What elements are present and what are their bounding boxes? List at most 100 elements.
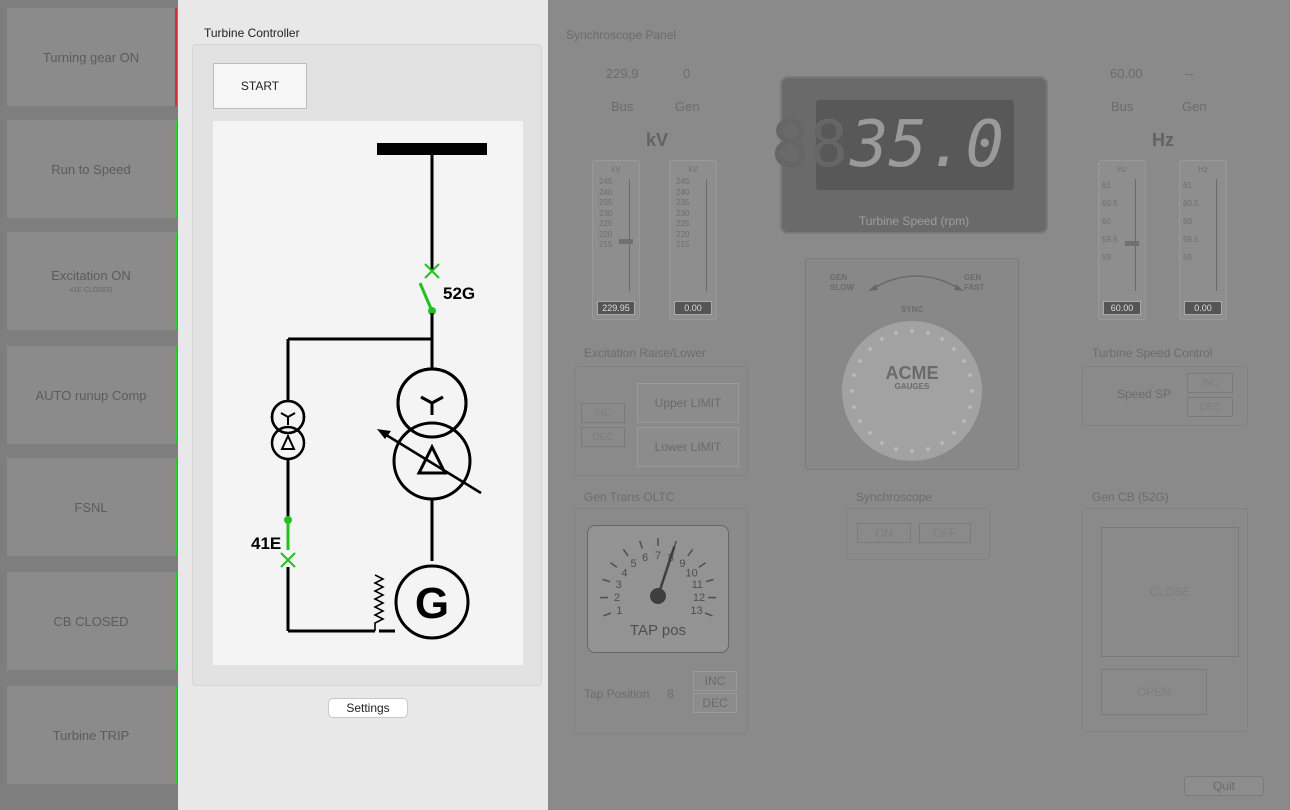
sync-dial-dot <box>940 440 944 445</box>
step-label: FSNL <box>74 499 108 515</box>
synchroscope-gauge: GEN SLOW GEN FAST SYNC ACME GAUGES <box>805 258 1019 470</box>
start-button[interactable]: START <box>213 63 307 109</box>
step-cb-closed[interactable]: CB CLOSED <box>7 572 177 670</box>
synchroscope-off-button[interactable]: OFF <box>919 523 971 543</box>
step-excitation-on[interactable]: Excitation ON 41E CLOSED <box>7 232 177 330</box>
tick-label: 240 <box>599 187 613 197</box>
turbine-controller-box: START 52G 41E G <box>192 44 542 686</box>
tap-dec-button[interactable]: DEC <box>693 693 737 713</box>
tap-inc-button[interactable]: INC <box>693 671 737 691</box>
tick-label: 61 <box>1102 181 1111 190</box>
tap-dial-tick <box>698 562 706 568</box>
meter-unit: kV <box>688 165 698 174</box>
tick-label: 59.5 <box>1183 235 1199 244</box>
tick-label: 215 <box>676 240 690 249</box>
kv-gen-label: Gen <box>675 99 700 114</box>
turbine-controller: Turbine Controller START 52G 41E G Setti… <box>178 0 548 810</box>
synchroscope-panel: Synchroscope Panel 229.9 0 Bus Gen kV kV… <box>548 0 1290 810</box>
meter-bar <box>706 179 707 291</box>
tap-position-label: Tap Position <box>584 687 650 701</box>
sync-dial-dot <box>894 331 899 336</box>
step-up-transformer-icon <box>377 367 482 501</box>
hz-unit-heading: Hz <box>1152 130 1174 150</box>
tick-label: 220 <box>599 229 613 239</box>
step-turbine-trip[interactable]: Turbine TRIP <box>7 686 177 784</box>
sync-dial-dot <box>910 449 914 453</box>
tap-dial-number: 11 <box>692 579 703 591</box>
meter-ticks: 245 240 235 230 225 220 215 <box>599 177 612 251</box>
lower-limit-button[interactable]: Lower LIMIT <box>637 427 739 467</box>
meter-ticks: 61 60.5 60 59.5 59 <box>1183 177 1199 267</box>
step-auto-runup[interactable]: AUTO runup Comp <box>7 346 177 444</box>
speed-value: 35.0 <box>849 108 1004 182</box>
tick-label: 60 <box>1102 217 1111 226</box>
upper-limit-button[interactable]: Upper LIMIT <box>637 383 739 423</box>
tick-label: 245 <box>676 177 690 186</box>
tick-label: 215 <box>599 240 613 249</box>
quit-button[interactable]: Quit <box>1184 776 1264 796</box>
tick-label: 220 <box>676 229 690 239</box>
oltc-title: Gen Trans OLTC <box>584 490 675 504</box>
tick-label: 235 <box>676 198 690 207</box>
sync-dial-dot <box>961 419 966 423</box>
step-label: Turning gear ON <box>42 49 140 65</box>
sync-arc-arrow-icon <box>868 275 964 291</box>
sync-label: SYNC <box>900 305 924 314</box>
sync-dial-dot <box>852 404 857 409</box>
gen-cb-close-button[interactable]: CLOSE <box>1101 527 1239 657</box>
sync-dial-dot <box>925 331 930 336</box>
kv-unit-heading: kV <box>646 130 669 150</box>
meter-unit: Hz <box>1117 165 1127 174</box>
tick-label: 60.5 <box>1102 199 1118 208</box>
tap-dial-tick <box>602 578 611 583</box>
sync-dial-dot <box>867 346 872 351</box>
kv-bus-label: Bus <box>611 99 634 114</box>
step-label: CB CLOSED <box>53 613 129 629</box>
tap-dial-number: 4 <box>621 567 627 579</box>
tap-dial-caption: TAP pos <box>629 622 687 639</box>
speed-digits: 88 35.0 <box>771 100 1014 190</box>
excitation-dec-button[interactable]: DEC <box>581 427 625 447</box>
tick-label: 59 <box>1102 253 1111 262</box>
tick-label: 225 <box>676 219 690 228</box>
tap-dial-hub <box>650 588 666 604</box>
sync-dial-dot <box>952 346 957 351</box>
meter-bar <box>629 179 630 291</box>
busbar <box>377 143 487 155</box>
tap-position-value: 8 <box>667 687 674 701</box>
oltc-group: 12345678910111213 TAP pos Tap Position 8… <box>574 508 748 734</box>
single-line-diagram: 52G 41E G <box>213 121 523 665</box>
meter-pointer <box>619 239 633 244</box>
sync-dial-dot <box>867 431 872 436</box>
sync-dial-dot <box>952 431 957 436</box>
sync-dial-dot <box>967 404 972 409</box>
hz-bus-value: 60.00 <box>1110 66 1143 81</box>
synchroscope-on-button[interactable]: ON <box>857 523 911 543</box>
kv-gen-meter: kV 245 240 235 230 225 220 215 0.00 <box>669 160 717 320</box>
tap-dial-number: 1 <box>616 605 622 617</box>
speed-control-group: Speed SP INC DEC <box>1082 366 1248 426</box>
step-run-to-speed[interactable]: Run to Speed <box>7 120 177 218</box>
tap-dial-number: 10 <box>685 567 697 579</box>
gen-fast-label: GEN FAST <box>964 273 985 292</box>
speed-dec-button[interactable]: DEC <box>1187 397 1233 417</box>
tick-label: 235 <box>599 198 613 207</box>
tap-dial-number: 3 <box>616 579 622 591</box>
speed-dim-digits: 88 <box>770 108 848 182</box>
generator-icon: G <box>394 564 470 640</box>
acme-brand: ACME <box>885 363 939 383</box>
excitation-inc-button[interactable]: INC <box>581 403 625 423</box>
meter-pointer <box>1125 241 1139 246</box>
breaker-41e-icon[interactable] <box>280 516 296 568</box>
breaker-52g-icon[interactable] <box>418 263 440 315</box>
speed-inc-button[interactable]: INC <box>1187 373 1233 393</box>
step-turning-gear-on[interactable]: Turning gear ON <box>7 8 177 106</box>
step-fsnl[interactable]: FSNL <box>7 458 177 556</box>
tap-dial-number: 6 <box>642 552 648 564</box>
gen-cb-open-button[interactable]: OPEN <box>1101 669 1207 715</box>
aux-transformer-icon <box>270 399 306 461</box>
excitation-group: INC DEC Upper LIMIT Lower LIMIT <box>574 366 748 476</box>
settings-button[interactable]: Settings <box>328 698 408 718</box>
meter-ticks: 245 240 235 230 225 220 215 <box>676 177 689 251</box>
hz-gen-label: Gen <box>1182 99 1207 114</box>
